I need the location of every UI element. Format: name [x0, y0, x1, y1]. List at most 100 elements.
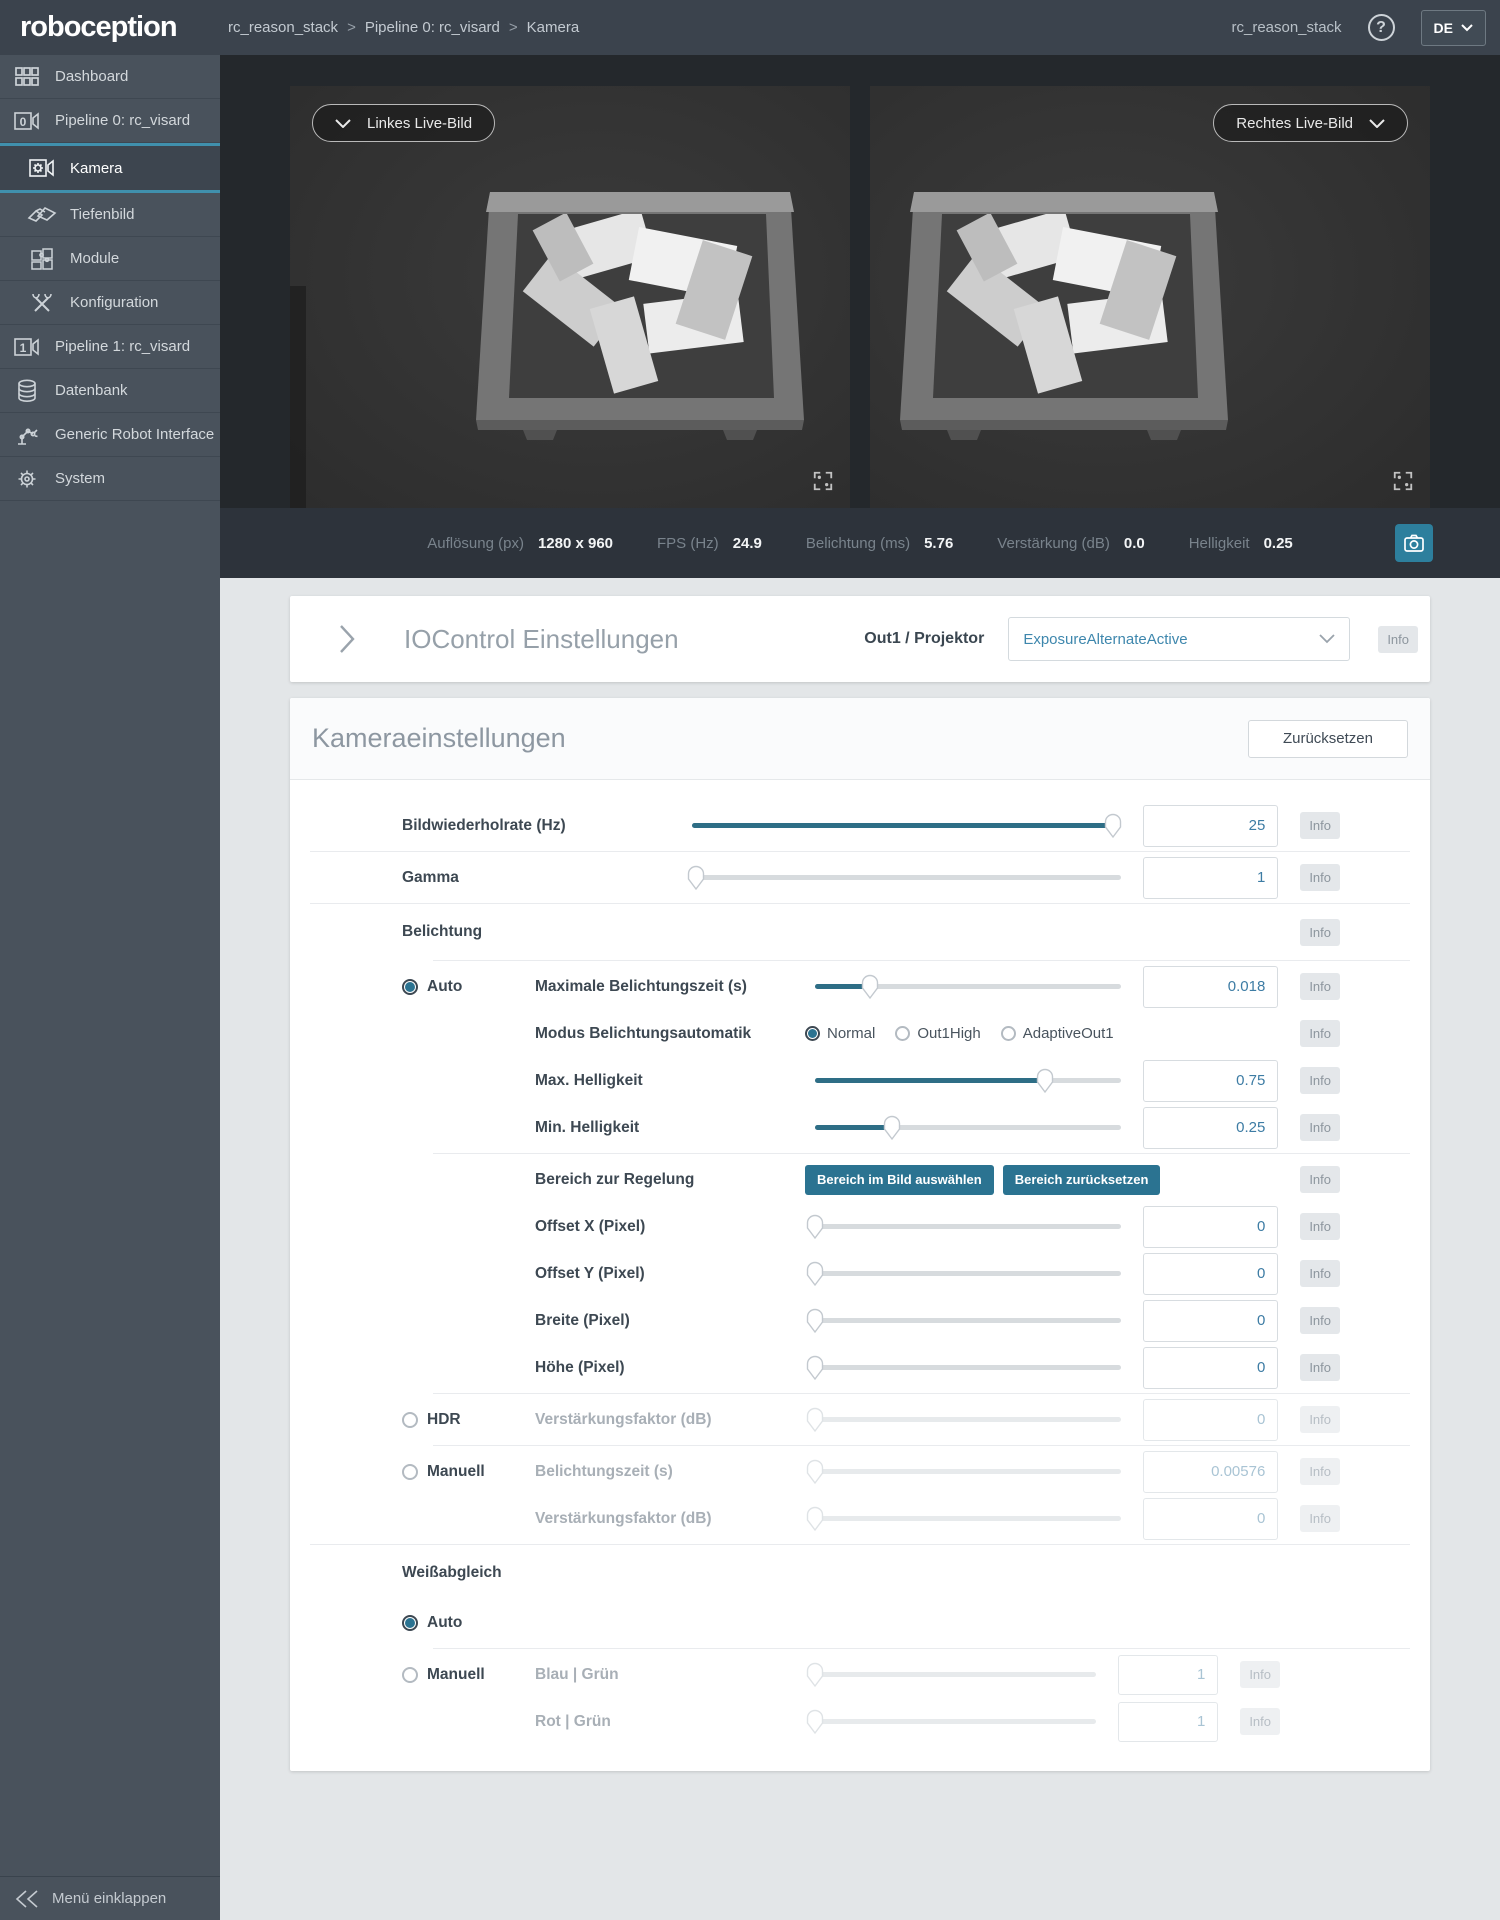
info-badge[interactable]: Info: [1378, 626, 1418, 653]
slider-handle[interactable]: [1036, 1068, 1053, 1093]
info-badge[interactable]: Info: [1300, 864, 1340, 891]
expand-chevron-icon[interactable]: [338, 623, 356, 655]
info-badge[interactable]: Info: [1300, 1354, 1340, 1381]
sidebar-item-module[interactable]: Module: [0, 237, 220, 281]
info-badge[interactable]: Info: [1300, 1020, 1340, 1047]
offset-y-input[interactable]: [1143, 1253, 1278, 1295]
slider-handle[interactable]: [883, 1115, 900, 1140]
info-badge[interactable]: Info: [1300, 1114, 1340, 1141]
help-icon[interactable]: ?: [1368, 14, 1395, 41]
stat-value: 0.0: [1124, 535, 1145, 552]
framerate-slider[interactable]: [692, 813, 1121, 839]
info-badge[interactable]: Info: [1300, 1505, 1340, 1532]
breadcrumb-item[interactable]: Kamera: [527, 19, 580, 36]
offset-y-slider[interactable]: [815, 1261, 1121, 1287]
max-brightness-slider[interactable]: [815, 1068, 1121, 1094]
info-badge[interactable]: Info: [1300, 1166, 1340, 1193]
fullscreen-icon[interactable]: [810, 468, 836, 494]
height-slider[interactable]: [815, 1355, 1121, 1381]
wb-manual-radio[interactable]: [402, 1667, 418, 1683]
height-input[interactable]: [1143, 1347, 1278, 1389]
mode-out1high-radio[interactable]: [895, 1026, 910, 1041]
chevron-down-icon: [335, 119, 351, 128]
sidebar-item-dashboard[interactable]: Dashboard: [0, 55, 220, 99]
right-live-image-selector[interactable]: Rechtes Live-Bild: [1213, 104, 1408, 142]
stat-value: 24.9: [733, 535, 762, 552]
wb-red-green-slider: [815, 1709, 1096, 1735]
info-badge[interactable]: Info: [1300, 1458, 1340, 1485]
region-reset-button[interactable]: Bereich zurücksetzen: [1003, 1165, 1161, 1195]
sidebar-item-konfiguration[interactable]: Konfiguration: [0, 281, 220, 325]
manual-gain-label: Verstärkungsfaktor (dB): [535, 1510, 795, 1528]
left-camera-image[interactable]: Linkes Live-Bild: [290, 86, 850, 508]
mode-normal-radio[interactable]: [805, 1026, 820, 1041]
max-exposure-input[interactable]: [1143, 966, 1278, 1008]
sidebar-item-kamera[interactable]: Kamera: [0, 143, 220, 193]
offset-y-label: Offset Y (Pixel): [535, 1265, 795, 1283]
reset-button[interactable]: Zurücksetzen: [1248, 720, 1408, 758]
sidebar-item-tiefenbild[interactable]: Tiefenbild: [0, 193, 220, 237]
info-badge[interactable]: Info: [1300, 1406, 1340, 1433]
wb-blue-green-slider: [815, 1662, 1096, 1688]
info-badge[interactable]: Info: [1300, 1307, 1340, 1334]
right-camera-image[interactable]: Rechtes Live-Bild: [870, 86, 1430, 508]
exposure-auto-radio[interactable]: [402, 979, 418, 995]
mode-adaptiveout1-radio[interactable]: [1001, 1026, 1016, 1041]
gamma-input[interactable]: [1143, 857, 1278, 899]
max-exposure-slider[interactable]: [815, 974, 1121, 1000]
min-brightness-slider[interactable]: [815, 1115, 1121, 1141]
depth-image-icon: [27, 202, 57, 228]
exposure-hdr-label: HDR: [427, 1411, 461, 1429]
breadcrumb-item[interactable]: rc_reason_stack: [228, 19, 338, 36]
fullscreen-icon[interactable]: [1390, 468, 1416, 494]
projector-select[interactable]: ExposureAlternateActive: [1008, 617, 1350, 661]
offset-x-input[interactable]: [1143, 1206, 1278, 1248]
info-badge[interactable]: Info: [1240, 1661, 1280, 1688]
slider-handle[interactable]: [862, 974, 879, 999]
setting-row-wb-auto: Auto: [290, 1599, 1430, 1646]
sidebar-item-system[interactable]: System: [0, 457, 220, 501]
info-badge[interactable]: Info: [1300, 919, 1340, 946]
width-input[interactable]: [1143, 1300, 1278, 1342]
snapshot-button[interactable]: [1395, 524, 1433, 562]
menu-collapse-button[interactable]: Menü einklappen: [0, 1876, 220, 1920]
exposure-hdr-radio[interactable]: [402, 1412, 418, 1428]
slider-handle[interactable]: [1104, 813, 1121, 838]
breadcrumb-item[interactable]: Pipeline 0: rc_visard: [365, 19, 500, 36]
setting-row-region: Bereich zur Regelung Bereich im Bild aus…: [290, 1156, 1430, 1203]
sidebar-item-pipeline-1[interactable]: 1 Pipeline 1: rc_visard: [0, 325, 220, 369]
sidebar: Dashboard 0 Pipeline 0: rc_visard Kamera: [0, 55, 220, 1920]
max-brightness-input[interactable]: [1143, 1060, 1278, 1102]
slider-handle[interactable]: [807, 1308, 824, 1333]
region-select-button[interactable]: Bereich im Bild auswählen: [805, 1165, 994, 1195]
language-selector[interactable]: DE: [1421, 10, 1486, 46]
slider-handle[interactable]: [807, 1355, 824, 1380]
info-badge[interactable]: Info: [1300, 1067, 1340, 1094]
device-name: rc_reason_stack: [1231, 19, 1341, 36]
width-slider[interactable]: [815, 1308, 1121, 1334]
left-live-image-selector[interactable]: Linkes Live-Bild: [312, 104, 495, 142]
wb-auto-radio[interactable]: [402, 1615, 418, 1631]
sidebar-item-pipeline-0[interactable]: 0 Pipeline 0: rc_visard: [0, 99, 220, 143]
setting-row-manual-exposure: Manuell Belichtungszeit (s) Info: [290, 1448, 1430, 1495]
sidebar-item-datenbank[interactable]: Datenbank: [0, 369, 220, 413]
min-brightness-input[interactable]: [1143, 1107, 1278, 1149]
offset-x-slider[interactable]: [815, 1214, 1121, 1240]
info-badge[interactable]: Info: [1300, 973, 1340, 1000]
sidebar-item-label: Datenbank: [55, 382, 128, 399]
info-badge[interactable]: Info: [1240, 1708, 1280, 1735]
info-badge[interactable]: Info: [1300, 812, 1340, 839]
gamma-slider[interactable]: [692, 865, 1121, 891]
slider-handle[interactable]: [807, 1261, 824, 1286]
camera-nav-icon: [27, 155, 57, 181]
slider-handle[interactable]: [807, 1214, 824, 1239]
sidebar-item-generic-robot-interface[interactable]: Generic Robot Interface: [0, 413, 220, 457]
slider-handle: [807, 1407, 824, 1432]
exposure-manual-radio[interactable]: [402, 1464, 418, 1480]
brand-logo: roboception: [20, 11, 177, 44]
white-balance-heading-label: Weißabgleich: [310, 1564, 1340, 1582]
info-badge[interactable]: Info: [1300, 1260, 1340, 1287]
info-badge[interactable]: Info: [1300, 1213, 1340, 1240]
slider-handle[interactable]: [688, 865, 705, 890]
framerate-input[interactable]: [1143, 805, 1278, 847]
